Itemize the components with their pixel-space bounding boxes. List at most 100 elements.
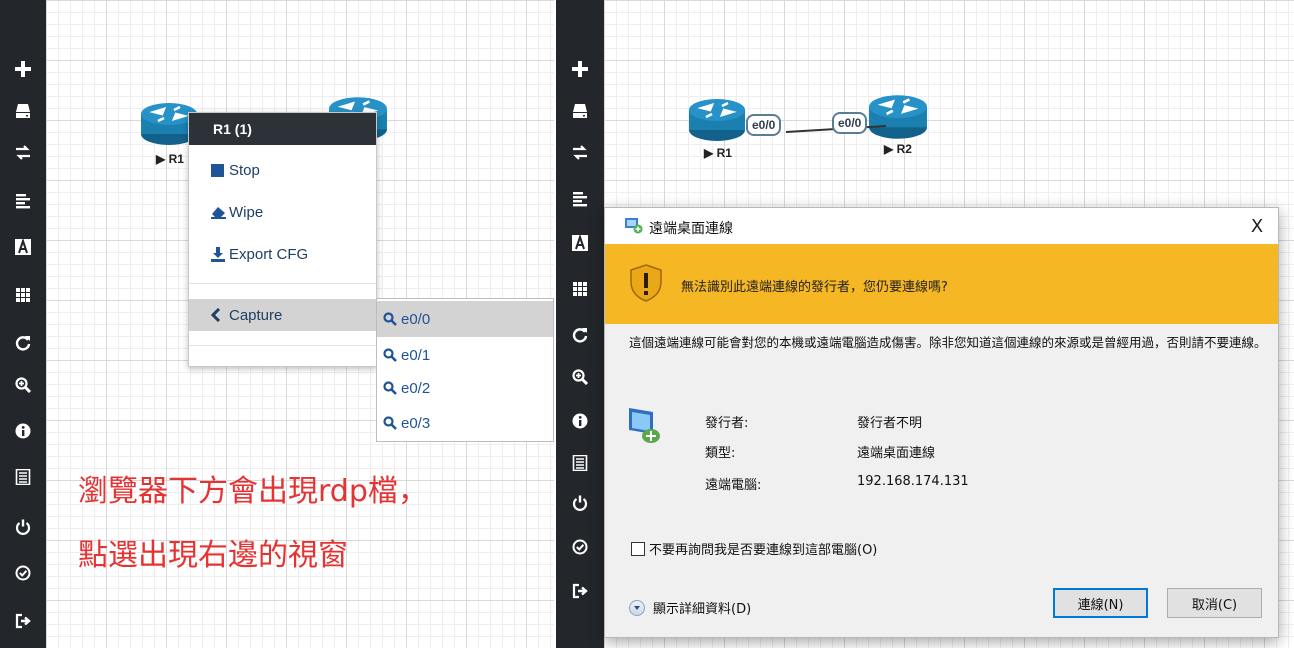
sidebar-button-align-left[interactable] <box>556 184 604 214</box>
chevron-down-icon <box>629 599 645 616</box>
refresh-icon <box>572 328 588 343</box>
dialog-description: 這個遠端連線可能會對您的本機或遠端電腦造成傷害。除非您知道這個連線的來源或是曾經… <box>629 335 1267 350</box>
capture-submenu: e0/0 e0/1 e0/2 e0/3 <box>376 298 554 442</box>
annotation-line-2: 點選出現右邊的視窗 <box>78 538 348 573</box>
rdp-warning-dialog: 遠端桌面連線 X 無法識別此遠端連線的發行者，您仍要連線嗎? 這個遠端連線可能會… <box>604 207 1279 638</box>
router-r1-node[interactable] <box>688 96 746 146</box>
sidebar-button-list[interactable] <box>556 448 604 478</box>
text-icon <box>572 235 588 251</box>
zoom-in-icon <box>572 369 588 385</box>
exchange-icon <box>16 145 30 160</box>
left-sidebar <box>0 0 46 648</box>
dont-ask-again-checkbox[interactable]: 不要再詢問我是否要連線到這部電腦(O) <box>631 539 877 558</box>
menu-item-label: Stop <box>229 161 260 179</box>
menu-item-label: Capture <box>229 306 283 324</box>
capture-interface-e0-3[interactable]: e0/3 <box>377 405 553 441</box>
dialog-titlebar: 遠端桌面連線 X <box>605 208 1278 244</box>
menu-item-label: Wipe <box>229 203 264 221</box>
router-r1-label: ▶ R1 <box>156 152 184 166</box>
sidebar-button-check-circle[interactable] <box>0 558 46 588</box>
connect-button[interactable]: 連線(N) <box>1053 588 1148 618</box>
type-value: 遠端桌面連線 <box>857 446 936 461</box>
add-node-icon <box>572 61 588 77</box>
menu-item-stop[interactable]: Stop <box>189 155 376 185</box>
menu-item-capture[interactable]: Capture <box>189 299 376 331</box>
cancel-button[interactable]: 取消(C) <box>1167 588 1262 618</box>
sidebar-button-exchange[interactable] <box>0 138 46 168</box>
warning-shield-icon <box>629 264 663 306</box>
sidebar-button-text[interactable] <box>556 228 604 258</box>
power-icon <box>572 495 588 511</box>
right-sidebar <box>556 0 604 648</box>
sidebar-button-exchange[interactable] <box>556 138 604 168</box>
checkbox-label: 不要再詢問我是否要連線到這部電腦(O) <box>649 543 878 558</box>
sidebar-button-info[interactable] <box>556 406 604 436</box>
warning-bar: 無法識別此遠端連線的發行者，您仍要連線嗎? <box>605 244 1278 324</box>
remote-desktop-icon <box>625 218 643 238</box>
sidebar-button-align-left[interactable] <box>0 186 46 216</box>
sidebar-button-hdd[interactable] <box>0 96 46 126</box>
align-left-icon <box>573 192 587 207</box>
publisher-label: 發行者: <box>705 416 749 431</box>
close-button[interactable]: X <box>1236 208 1278 244</box>
menu-item-export-cfg[interactable]: Export CFG <box>189 239 376 269</box>
grid-icon <box>16 288 30 302</box>
router-name: R2 <box>896 142 912 156</box>
download-icon <box>211 246 229 262</box>
info-icon <box>572 413 588 429</box>
port-tag-r1: e0/0 <box>746 114 782 136</box>
zoom-in-icon <box>15 377 31 393</box>
menu-item-wipe[interactable]: Wipe <box>189 197 376 227</box>
sidebar-button-refresh[interactable] <box>0 328 46 358</box>
dialog-title: 遠端桌面連線 <box>649 221 733 237</box>
sidebar-button-hdd[interactable] <box>556 96 604 126</box>
search-icon <box>383 416 401 430</box>
show-details-toggle[interactable]: 顯示詳細資料(D) <box>629 598 751 617</box>
sidebar-button-info[interactable] <box>0 416 46 446</box>
sidebar-button-grid[interactable] <box>0 280 46 310</box>
interface-label: e0/2 <box>401 379 431 397</box>
type-label: 類型: <box>705 446 736 461</box>
sidebar-button-text[interactable] <box>0 232 46 262</box>
sidebar-button-zoom-in[interactable] <box>556 362 604 392</box>
interface-label: e0/3 <box>401 414 431 432</box>
sidebar-button-logout[interactable] <box>556 576 604 606</box>
router-icon <box>689 99 745 141</box>
exchange-icon <box>573 145 587 160</box>
sidebar-button-logout[interactable] <box>0 606 46 636</box>
context-menu-header: R1 (1) <box>189 113 376 145</box>
sidebar-button-check-circle[interactable] <box>556 532 604 562</box>
chevron-left-icon <box>211 308 229 322</box>
menu-divider <box>189 283 376 284</box>
remote-computer-label: 遠端電腦: <box>705 478 762 493</box>
remote-computer-value: 192.168.174.131 <box>857 474 969 489</box>
refresh-icon <box>15 336 31 351</box>
node-context-menu: R1 (1) Stop Wipe Export CFG Capture <box>188 112 377 367</box>
sidebar-button-grid[interactable] <box>556 274 604 304</box>
sidebar-button-power[interactable] <box>0 512 46 542</box>
stop-icon <box>211 163 229 177</box>
sidebar-button-power[interactable] <box>556 488 604 518</box>
sidebar-button-list[interactable] <box>0 462 46 492</box>
menu-divider <box>189 345 376 346</box>
checkbox-box[interactable] <box>631 541 645 556</box>
interface-label: e0/0 <box>401 310 431 328</box>
hdd-icon <box>16 104 30 118</box>
router-r1-label: ▶ R1 <box>704 146 732 160</box>
remote-computer-icon <box>627 406 663 448</box>
sidebar-button-add-node[interactable] <box>556 54 604 84</box>
sidebar-button-zoom-in[interactable] <box>0 370 46 400</box>
list-icon <box>15 469 31 485</box>
search-icon <box>383 348 401 362</box>
sidebar-button-add-node[interactable] <box>0 54 46 84</box>
info-icon <box>15 423 31 439</box>
capture-interface-e0-2[interactable]: e0/2 <box>377 370 553 406</box>
sidebar-button-refresh[interactable] <box>556 320 604 350</box>
text-icon <box>15 239 31 255</box>
eraser-icon <box>211 205 229 219</box>
capture-interface-e0-0[interactable]: e0/0 <box>377 301 553 337</box>
grid-icon <box>573 282 587 296</box>
capture-interface-e0-1[interactable]: e0/1 <box>377 337 553 373</box>
hdd-icon <box>573 104 587 118</box>
router-r2-label: ▶ R2 <box>884 142 912 156</box>
